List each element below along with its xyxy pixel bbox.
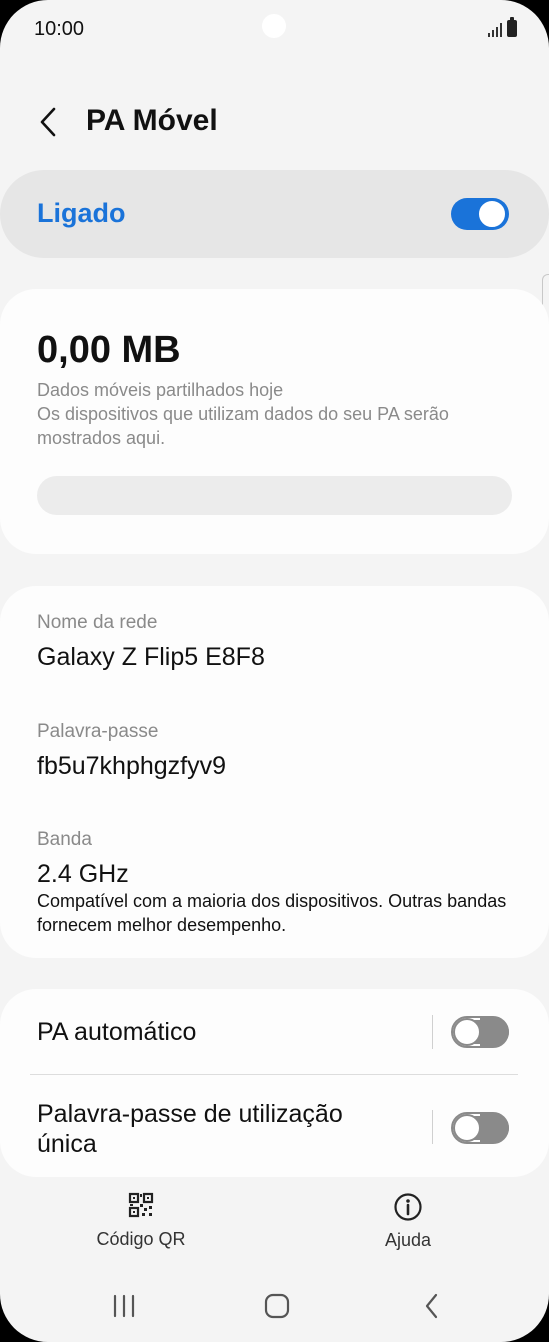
status-icons [488,17,517,37]
auto-hotspot-label: PA automático [37,1018,197,1046]
one-time-password-toggle[interactable] [451,1112,509,1144]
usage-line-1: Dados móveis partilhados hoje [37,380,284,400]
chevron-left-icon [40,107,56,137]
info-icon [394,1193,422,1221]
master-switch-row[interactable]: Ligado [0,170,549,258]
battery-icon [507,17,517,37]
nav-back-button[interactable] [407,1288,457,1324]
toggle-knob [477,199,507,229]
network-card: Nome da rede Galaxy Z Flip5 E8F8 Palavra… [0,586,549,958]
auto-hotspot-toggle[interactable] [451,1016,509,1048]
recents-icon [113,1294,135,1318]
master-switch-label: Ligado [37,198,126,228]
phone-screen: 10:00 PA Móvel Ligado 0,00 MB Dados móve… [0,0,549,1342]
back-button[interactable] [30,102,66,142]
band-value: 2.4 GHz [37,860,129,888]
password-value: fb5u7khphgzfyv9 [37,752,227,780]
usage-line-2: Os dispositivos que utilizam dados do se… [37,404,449,448]
home-button[interactable] [252,1288,302,1324]
network-name-value: Galaxy Z Flip5 E8F8 [37,643,265,671]
password-label: Palavra-passe [37,721,159,742]
toggle-knob [453,1018,481,1046]
back-icon [425,1293,438,1319]
usage-bar [37,476,512,515]
usage-description: Dados móveis partilhados hoje Os disposi… [37,378,517,450]
qr-code-button[interactable]: Código QR [71,1192,211,1250]
options-divider [30,1074,518,1075]
toggle-knob [453,1114,481,1142]
band-description: Compatível com a maioria dos dispositivo… [37,891,507,935]
page-title: PA Móvel [86,104,218,137]
qr-code-label: Código QR [96,1229,186,1249]
help-button[interactable]: Ajuda [338,1192,478,1251]
signal-icon [488,21,502,37]
one-time-password-label: Palavra-passe de utilização única [37,1100,343,1158]
camera-cutout [262,14,286,38]
help-label: Ajuda [384,1230,432,1250]
master-toggle[interactable] [451,198,509,230]
band-label: Banda [37,829,92,850]
home-icon [264,1293,290,1319]
recents-button[interactable] [99,1288,149,1324]
data-usage-value: 0,00 MB [37,329,181,371]
network-name-label: Nome da rede [37,612,158,633]
qr-code-icon [128,1192,154,1218]
row-divider [432,1110,433,1144]
row-divider [432,1015,433,1049]
status-time: 10:00 [34,18,85,40]
